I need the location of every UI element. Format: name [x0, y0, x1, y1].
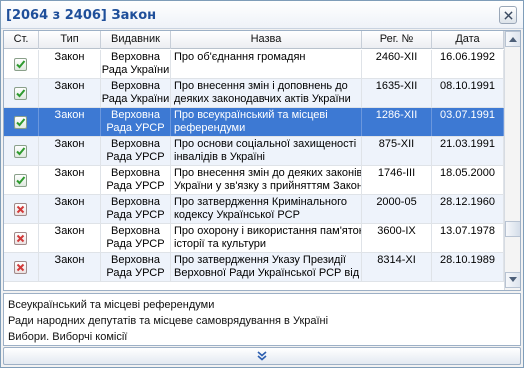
keyword-item: Вибори. Виборчі комісії — [8, 331, 128, 343]
publisher-cell: Верховна Рада УРСР — [101, 224, 171, 252]
reg-number-cell: 1746-III — [362, 166, 432, 194]
title-cell: Про охорону і використання пам'яток істор… — [171, 224, 362, 252]
arrow-down-icon — [509, 277, 517, 282]
reg-number-cell: 2000-05 — [362, 195, 432, 223]
publisher-cell: Верховна Рада УРСР — [101, 166, 171, 194]
table-row[interactable]: Закон Верховна Рада України Про внесення зм… — [4, 79, 504, 108]
keyword-item: Всеукраїнський та місцеві референдуми — [8, 299, 215, 311]
table-row[interactable]: Закон Верховна Рада України Про об'єднання … — [4, 50, 504, 79]
reg-number-cell: 1635-XII — [362, 79, 432, 107]
publisher-cell: Верховна Рада України — [101, 50, 171, 78]
check-icon — [14, 58, 27, 71]
scroll-up-button[interactable] — [505, 31, 520, 47]
date-cell: 13.07.1978 — [432, 224, 504, 252]
title-cell: Про внесення змін до деяких законів Украї… — [171, 166, 362, 194]
check-icon — [14, 116, 27, 129]
documents-table: Ст. Тип Видавник Назва Рег. № Дата Закон… — [3, 30, 521, 291]
check-icon — [14, 145, 27, 158]
date-cell: 16.06.1992 — [432, 50, 504, 78]
check-icon — [14, 174, 27, 187]
window-title: [2064 з 2406] Закон — [6, 8, 157, 23]
scroll-down-button[interactable] — [505, 272, 520, 288]
table-header: Ст. Тип Видавник Назва Рег. № Дата — [4, 31, 504, 49]
type-cell: Закон — [39, 50, 101, 78]
reg-number-cell: 2460-XII — [362, 50, 432, 78]
column-header-type[interactable]: Тип — [39, 31, 101, 49]
title-cell: Про внесення змін і доповнень до деяких з… — [171, 79, 362, 107]
cross-icon — [14, 232, 27, 245]
publisher-cell: Верховна Рада України — [101, 79, 171, 107]
keyword-item: Ради народних депутатів та місцеве самов… — [8, 315, 329, 327]
date-cell: 28.10.1989 — [432, 253, 504, 281]
table-row[interactable]: Закон Верховна Рада УРСР Про охорону і вико… — [4, 224, 504, 253]
reg-number-cell: 3600-IX — [362, 224, 432, 252]
document-list-window: [2064 з 2406] Закон Ст. Тип Видавник Наз… — [0, 0, 524, 368]
title-cell: Про затвердження Указу Президії Верховної… — [171, 253, 362, 281]
reg-number-cell: 1286-XII — [362, 108, 432, 136]
date-cell: 28.12.1960 — [432, 195, 504, 223]
status-cell — [4, 224, 39, 252]
type-cell: Закон — [39, 137, 101, 165]
cross-icon — [14, 261, 27, 274]
status-cell — [4, 195, 39, 223]
date-cell: 03.07.1991 — [432, 108, 504, 136]
double-chevron-down-icon — [257, 351, 267, 361]
type-cell: Закон — [39, 108, 101, 136]
status-cell — [4, 137, 39, 165]
column-header-title[interactable]: Назва — [171, 31, 362, 49]
column-header-status[interactable]: Ст. — [4, 31, 39, 49]
keywords-panel: Всеукраїнський та місцеві референдуми Ра… — [3, 293, 521, 346]
title-bar: [2064 з 2406] Закон — [1, 1, 523, 29]
status-cell — [4, 253, 39, 281]
column-header-date[interactable]: Дата — [432, 31, 504, 49]
table-row[interactable]: Закон Верховна Рада УРСР Про внесення змін … — [4, 166, 504, 195]
title-cell: Про затвердження Кримінального кодексу Ук… — [171, 195, 362, 223]
status-cell — [4, 166, 39, 194]
arrow-up-icon — [509, 37, 517, 42]
publisher-cell: Верховна Рада УРСР — [101, 195, 171, 223]
table-row[interactable]: Закон Верховна Рада УРСР Про всеукраїнський… — [4, 108, 504, 137]
title-cell: Про об'єднання громадян — [171, 50, 362, 78]
reg-number-cell: 8314-XI — [362, 253, 432, 281]
type-cell: Закон — [39, 224, 101, 252]
title-cell: Про основи соціальної захищеності інвалід… — [171, 137, 362, 165]
table-row[interactable]: Закон Верховна Рада УРСР Про основи соціаль… — [4, 137, 504, 166]
table-row[interactable]: Закон Верховна Рада УРСР Про затвердження У… — [4, 253, 504, 282]
title-cell: Про всеукраїнський та місцеві референдуми — [171, 108, 362, 136]
status-cell — [4, 108, 39, 136]
scroll-thumb[interactable] — [505, 221, 520, 237]
type-cell: Закон — [39, 253, 101, 281]
column-header-reg-number[interactable]: Рег. № — [362, 31, 432, 49]
status-cell — [4, 50, 39, 78]
close-icon — [503, 10, 513, 20]
type-cell: Закон — [39, 79, 101, 107]
expand-panel-button[interactable] — [3, 347, 521, 365]
close-button[interactable] — [499, 6, 517, 24]
type-cell: Закон — [39, 166, 101, 194]
cross-icon — [14, 203, 27, 216]
reg-number-cell: 875-XII — [362, 137, 432, 165]
publisher-cell: Верховна Рада УРСР — [101, 137, 171, 165]
vertical-scrollbar[interactable] — [504, 31, 520, 290]
column-header-publisher[interactable]: Видавник — [101, 31, 171, 49]
check-icon — [14, 87, 27, 100]
table-row[interactable]: Закон Верховна Рада УРСР Про затвердження К… — [4, 195, 504, 224]
date-cell: 18.05.2000 — [432, 166, 504, 194]
publisher-cell: Верховна Рада УРСР — [101, 108, 171, 136]
publisher-cell: Верховна Рада УРСР — [101, 253, 171, 281]
type-cell: Закон — [39, 195, 101, 223]
status-cell — [4, 79, 39, 107]
date-cell: 21.03.1991 — [432, 137, 504, 165]
date-cell: 08.10.1991 — [432, 79, 504, 107]
